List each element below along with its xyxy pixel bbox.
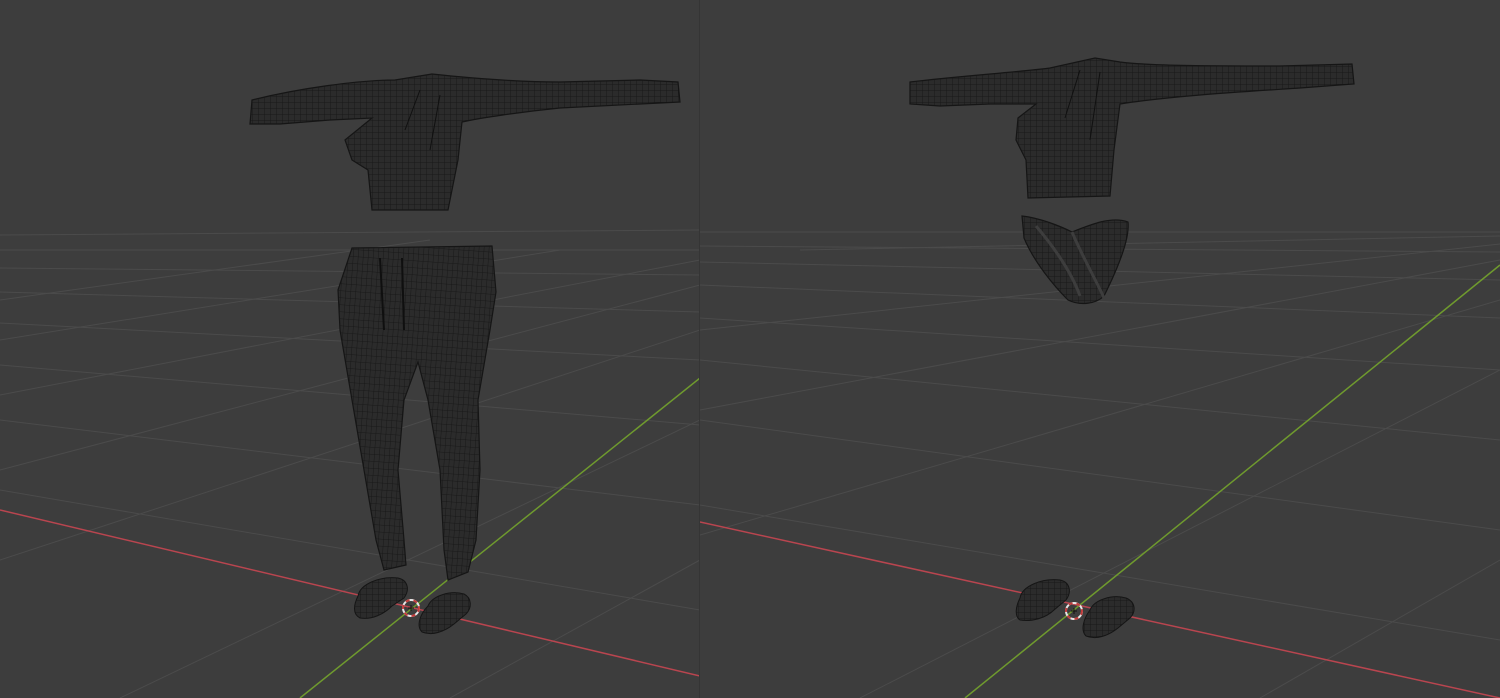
viewport-right-canvas[interactable]: [700, 0, 1500, 698]
3d-cursor-icon: [1065, 602, 1083, 620]
sweater-mesh: [249, 73, 681, 211]
y-axis-line: [964, 264, 1500, 698]
left-slipper-mesh: [1015, 579, 1070, 621]
right-slipper-mesh: [1082, 596, 1135, 639]
3d-cursor-icon: [402, 599, 420, 617]
thong-mesh: [1021, 215, 1129, 305]
viewport-left-canvas[interactable]: [0, 0, 700, 698]
viewport-left[interactable]: [0, 0, 700, 698]
x-axis-line: [0, 509, 700, 677]
right-slipper-mesh: [418, 592, 471, 635]
left-slipper-mesh: [354, 577, 408, 619]
joggers-mesh: [337, 245, 497, 581]
viewport-right[interactable]: [700, 0, 1500, 698]
sweater-mesh: [909, 57, 1355, 199]
